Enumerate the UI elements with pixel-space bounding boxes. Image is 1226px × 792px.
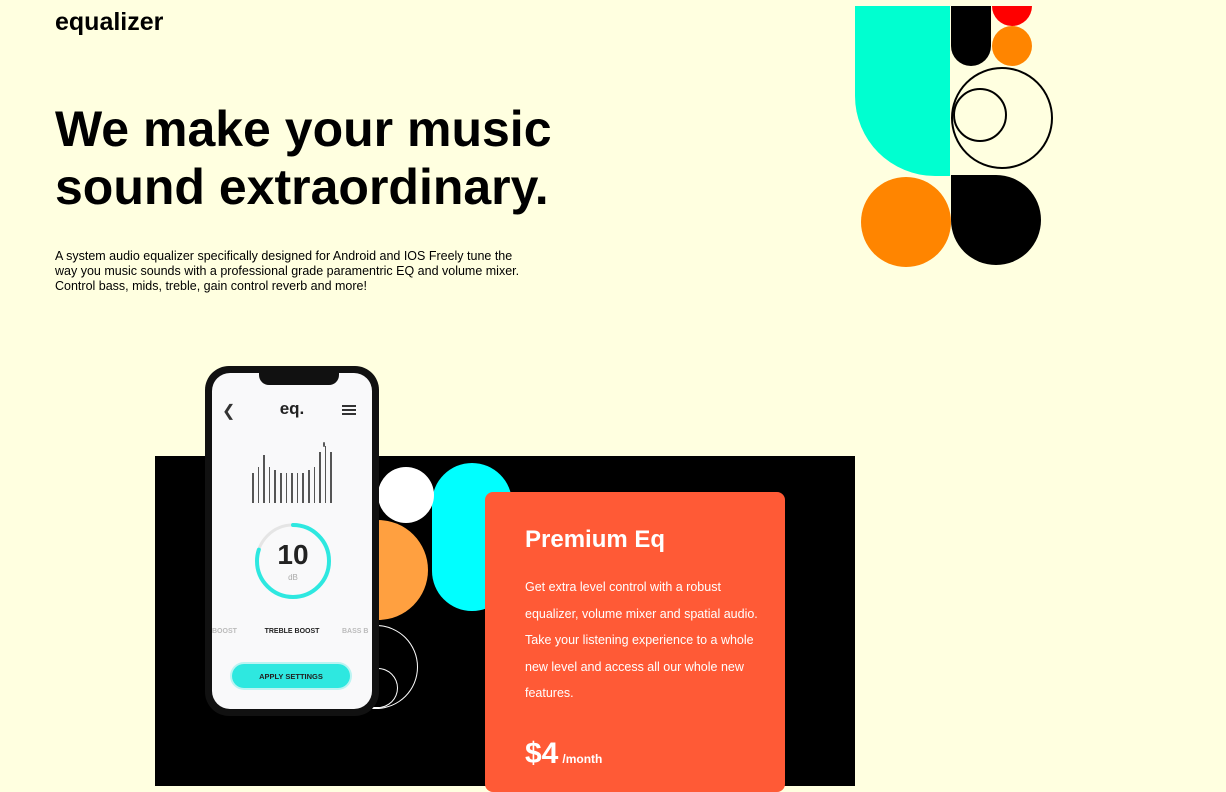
headline-line-1: We make your music (55, 101, 552, 157)
plan-description: Get extra level control with a robust eq… (525, 574, 765, 707)
plan-text-line-4: new level and access all our whole new (525, 659, 744, 674)
plan-text-line-5: features. (525, 686, 574, 700)
dial-value: 10 (277, 539, 309, 570)
apply-settings-button[interactable]: APPLY SETTINGS (232, 664, 350, 688)
pricing-card[interactable]: Premium Eq Get extra level control with … (485, 492, 785, 792)
dial-unit: dB (288, 573, 298, 582)
white-circle-shape (378, 467, 434, 523)
plan-text-line-3: Take your listening experience to a whol… (525, 633, 754, 647)
eq-band-bar (308, 470, 310, 503)
hero-headline: We make your music sound extraordinary. (55, 100, 615, 216)
eq-band-bar (302, 473, 304, 503)
eq-band-bar (263, 455, 265, 503)
eq-band-bar (324, 446, 327, 503)
teal-shape (855, 6, 950, 176)
mode-option-bass-boost[interactable]: BASS B (342, 628, 368, 635)
black-drop-shape (951, 6, 991, 66)
hamburger-menu-icon[interactable] (342, 405, 356, 415)
brand-logo[interactable]: equalizer (55, 8, 163, 37)
eq-band-bar (257, 467, 260, 503)
description-line-2: way you music sounds with a professional… (55, 264, 520, 278)
eq-visualizer (252, 442, 342, 503)
plan-title: Premium Eq (525, 526, 666, 553)
headline-line-2: sound extraordinary. (55, 159, 549, 215)
plan-price: $4/month (525, 737, 602, 771)
red-half-circle (992, 6, 1032, 26)
small-ring (953, 88, 1007, 142)
price-period: /month (562, 752, 603, 766)
eq-band-bar (280, 473, 282, 503)
phone-notch (259, 373, 339, 385)
large-orange-circle (861, 177, 951, 267)
eq-band-bar (330, 452, 332, 503)
description-line-3: Control bass, mids, treble, gain control… (55, 279, 367, 293)
eq-band-bar (252, 473, 254, 503)
plan-text-line-2: equalizer, volume mixer and spatial audi… (525, 606, 758, 621)
eq-band-bar (274, 470, 276, 503)
eq-band-bar (291, 473, 293, 503)
description-line-1: A system audio equalizer specifically de… (55, 249, 513, 263)
black-blob-shape (951, 175, 1041, 265)
eq-band-bar (285, 473, 288, 503)
eq-band-bar (268, 467, 271, 503)
small-orange-circle (992, 26, 1032, 66)
eq-band-bar (296, 473, 299, 503)
eq-band-bar (313, 467, 316, 503)
eq-peak-dot (323, 442, 325, 447)
hero-description: A system audio equalizer specifically de… (55, 249, 555, 294)
price-amount: $4 (525, 737, 559, 770)
eq-band-bar (319, 452, 321, 503)
phone-screen: ❮ eq. 10 dB BOOST TREBLE BOOST BASS B AP… (212, 373, 372, 709)
plan-text-line-1: Get extra level control with a robust (525, 580, 721, 594)
phone-mockup: ❮ eq. 10 dB BOOST TREBLE BOOST BASS B AP… (205, 366, 379, 716)
